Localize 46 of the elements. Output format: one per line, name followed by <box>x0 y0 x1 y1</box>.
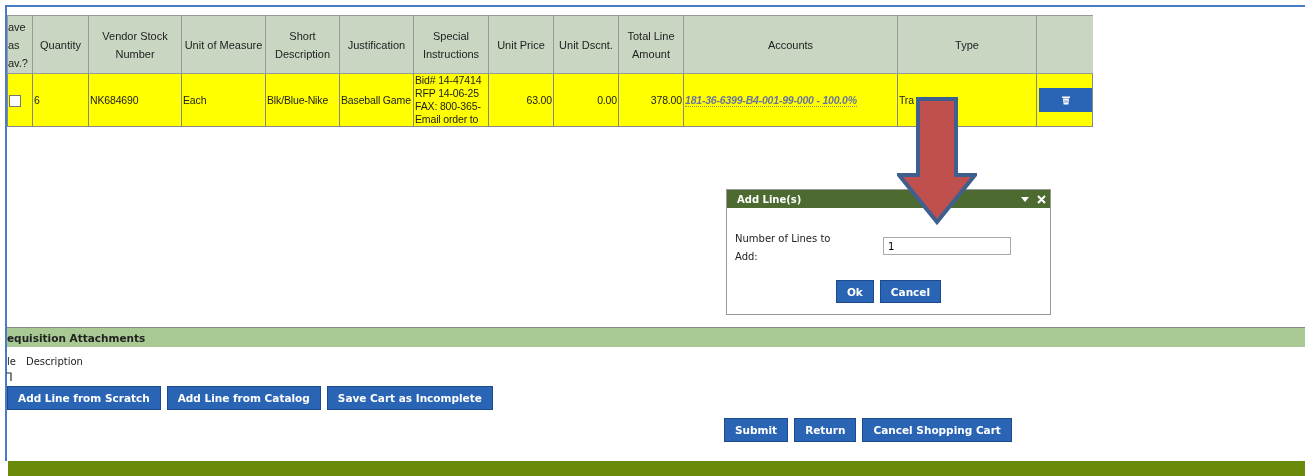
column-header: Special Instructions <box>413 15 489 74</box>
instruction-line: FAX: 800-365- <box>415 100 482 113</box>
table-cell: 6 <box>32 73 89 127</box>
column-header: Accounts <box>683 15 898 74</box>
table-cell: 378.00 <box>618 73 684 127</box>
column-header: Unit of Measure <box>181 15 266 74</box>
dialog-title: Add Line(s) <box>737 193 802 205</box>
delete-button[interactable] <box>1039 88 1092 112</box>
field-label: Number of Lines to Add: <box>735 232 832 264</box>
column-header: Short Description <box>265 15 340 74</box>
input-field[interactable]: 1 <box>883 237 1011 255</box>
column-header: Vendor Stock Number <box>88 15 182 74</box>
column-header <box>1036 15 1093 74</box>
action-button[interactable]: Submit <box>724 418 789 442</box>
dropdown-icon[interactable] <box>1021 196 1029 202</box>
action-button[interactable]: Save Cart as Incomplete <box>326 386 493 410</box>
instruction-line: RFP 14-06-25 <box>415 87 480 100</box>
close-icon[interactable] <box>1037 194 1046 204</box>
table-cell: 63.00 <box>488 73 554 127</box>
column-header: le <box>7 356 16 367</box>
checkbox[interactable] <box>9 94 21 107</box>
table-cell: 0.00 <box>553 73 619 127</box>
column-header: Total Line Amount <box>618 15 684 74</box>
table-cell: Blk/Blue-Nike <box>265 73 340 127</box>
column-header: Type <box>897 15 1037 74</box>
instruction-line: Bid# 14-47414 <box>415 74 483 87</box>
action-button[interactable]: Add Line from Catalog <box>166 386 321 410</box>
column-header: Quantity <box>32 15 89 74</box>
corner-icon <box>6 372 12 381</box>
dialog-button[interactable]: Cancel <box>879 280 942 303</box>
action-button[interactable]: Add Line from Scratch <box>7 386 161 410</box>
trash-icon <box>1062 95 1070 105</box>
action-button[interactable]: Cancel Shopping Cart <box>862 418 1012 442</box>
column-header: ave as av.? <box>7 15 33 74</box>
instruction-line: Email order to <box>415 113 480 126</box>
table-cell: NK684690 <box>88 73 182 127</box>
dialog-button[interactable]: Ok <box>835 280 874 303</box>
section-header: equisition Attachments <box>7 327 1305 347</box>
column-header: Justification <box>339 15 414 74</box>
column-header: Unit Dscnt. <box>553 15 619 74</box>
account-link[interactable]: 181-36-6399-B4-001-99-000 - 100.0% <box>685 94 857 107</box>
table-cell: Baseball Game <box>339 73 414 127</box>
action-button[interactable]: Return <box>794 418 857 442</box>
column-header: Unit Price <box>488 15 554 74</box>
table-cell: Each <box>181 73 266 127</box>
column-header: Description <box>25 356 83 367</box>
